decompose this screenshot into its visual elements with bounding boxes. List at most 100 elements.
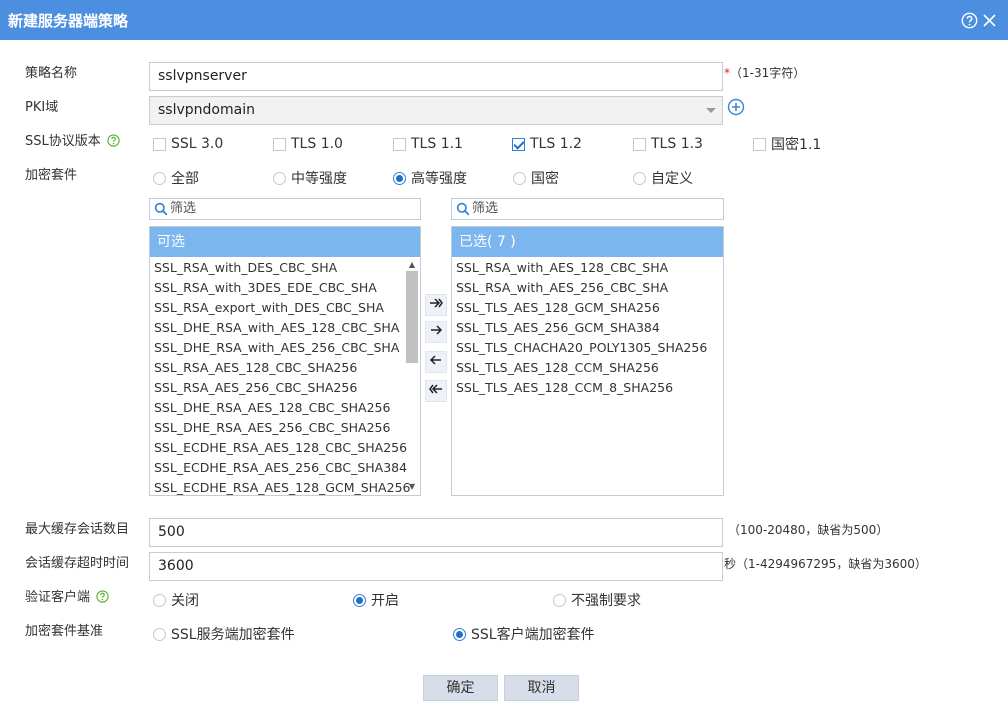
move-all-right-button[interactable] (425, 294, 447, 316)
list-item[interactable]: SSL_RSA_AES_128_CBC_SHA256 (150, 358, 420, 378)
list-item[interactable]: SSL_ECDHE_RSA_AES_128_CBC_SHA256 (150, 438, 420, 458)
list-item[interactable]: SSL_TLS_AES_128_CCM_8_SHA256 (452, 378, 723, 398)
pki-domain-select[interactable]: sslvpndomain (149, 96, 723, 125)
scroll-up-icon[interactable]: ▲ (406, 259, 418, 271)
verify-client-option-1[interactable]: 开启 (353, 591, 399, 609)
cipher-strength-option-3[interactable]: 国密 (513, 169, 559, 187)
list-item[interactable]: SSL_RSA_with_AES_128_CBC_SHA (452, 258, 723, 278)
radio-icon[interactable] (153, 171, 166, 185)
cache-timeout-input[interactable]: 3600 (149, 552, 723, 581)
help-icon[interactable] (107, 134, 120, 147)
ssl-version-option-label: SSL 3.0 (171, 136, 224, 152)
verify-client-option-2[interactable]: 不强制要求 (553, 591, 641, 609)
ssl-version-option-1[interactable]: TLS 1.0 (273, 135, 343, 153)
double-arrow-right-icon (430, 298, 443, 308)
list-item[interactable]: SSL_RSA_export_with_DES_CBC_SHA (150, 298, 420, 318)
ok-button[interactable]: 确定 (423, 675, 498, 701)
max-cache-input[interactable]: 500 (149, 518, 723, 547)
ssl-version-label: SSL协议版本 (25, 130, 120, 149)
radio-icon[interactable] (513, 171, 526, 185)
selected-cipher-list[interactable]: 已选( 7 ) SSL_RSA_with_AES_128_CBC_SHA SSL_… (451, 226, 724, 496)
list-item[interactable]: SSL_TLS_AES_128_CCM_SHA256 (452, 358, 723, 378)
help-icon[interactable] (961, 12, 978, 29)
checkbox-icon[interactable] (153, 137, 166, 151)
list-item[interactable]: SSL_DHE_RSA_AES_128_CBC_SHA256 (150, 398, 420, 418)
radio-icon[interactable] (553, 593, 566, 607)
close-icon[interactable] (981, 12, 998, 29)
move-all-left-button[interactable] (425, 380, 447, 402)
policy-name-label: 策略名称 (25, 66, 78, 81)
checkbox-icon[interactable] (633, 137, 646, 151)
cipher-strength-option-4[interactable]: 自定义 (633, 169, 693, 187)
ssl-version-option-label: TLS 1.1 (411, 136, 463, 152)
list-item[interactable]: SSL_TLS_AES_128_GCM_SHA256 (452, 298, 723, 318)
checkbox-icon[interactable] (273, 137, 286, 151)
cipher-strength-option-label: 自定义 (651, 171, 693, 187)
list-item[interactable]: SSL_ECDHE_RSA_AES_128_GCM_SHA256 (150, 478, 420, 495)
chevron-down-icon[interactable] (700, 97, 722, 124)
cipher-base-option-label: SSL服务端加密套件 (171, 627, 295, 643)
cipher-strength-option-2[interactable]: 高等强度 (393, 169, 467, 187)
ssl-version-option-2[interactable]: TLS 1.1 (393, 135, 463, 153)
cipher-suite-label: 加密套件 (25, 168, 78, 183)
radio-icon[interactable] (353, 593, 366, 607)
list-item[interactable]: SSL_TLS_CHACHA20_POLY1305_SHA256 (452, 338, 723, 358)
ssl-version-option-label: 国密1.1 (771, 137, 822, 153)
help-icon[interactable] (96, 590, 109, 603)
list-item[interactable]: SSL_DHE_RSA_AES_256_CBC_SHA256 (150, 418, 420, 438)
scroll-down-icon[interactable]: ▼ (406, 481, 418, 493)
cipher-strength-option-1[interactable]: 中等强度 (273, 169, 347, 187)
policy-name-input[interactable]: sslvpnserver (149, 62, 723, 91)
ssl-version-option-4[interactable]: TLS 1.3 (633, 135, 703, 153)
cipher-strength-option-label: 高等强度 (411, 171, 467, 187)
cancel-button[interactable]: 取消 (504, 675, 579, 701)
dialog-title: 新建服务器端策略 (8, 12, 129, 30)
checkbox-icon[interactable] (753, 137, 766, 151)
pki-domain-label: PKI域 (25, 100, 59, 115)
radio-icon[interactable] (273, 171, 286, 185)
cipher-base-option-0[interactable]: SSL服务端加密套件 (153, 625, 295, 643)
ssl-version-option-3[interactable]: TLS 1.2 (512, 135, 582, 153)
move-right-button[interactable] (425, 321, 447, 343)
max-cache-label: 最大缓存会话数目 (25, 522, 130, 537)
scroll-thumb[interactable] (406, 271, 418, 363)
move-left-button[interactable] (425, 351, 447, 373)
verify-client-option-0[interactable]: 关闭 (153, 591, 199, 609)
cipher-strength-option-label: 全部 (171, 171, 199, 187)
list-item[interactable]: SSL_TLS_AES_256_GCM_SHA384 (452, 318, 723, 338)
list-item[interactable]: SSL_RSA_with_DES_CBC_SHA (150, 258, 420, 278)
search-icon (154, 202, 168, 216)
radio-icon[interactable] (633, 171, 646, 185)
arrow-right-icon (431, 325, 443, 335)
radio-icon[interactable] (453, 627, 466, 641)
available-scrollbar[interactable]: ▲ ▼ (406, 259, 418, 493)
ssl-version-option-0[interactable]: SSL 3.0 (153, 135, 223, 153)
radio-icon[interactable] (393, 171, 406, 185)
list-item[interactable]: SSL_RSA_with_3DES_EDE_CBC_SHA (150, 278, 420, 298)
list-item[interactable]: SSL_ECDHE_RSA_AES_256_CBC_SHA384 (150, 458, 420, 478)
selected-filter-input[interactable]: 筛选 (451, 198, 724, 220)
radio-icon[interactable] (153, 593, 166, 607)
ssl-version-option-label: TLS 1.3 (651, 136, 703, 152)
available-cipher-list[interactable]: 可选 SSL_RSA_with_DES_CBC_SHA SSL_RSA_with_… (149, 226, 421, 496)
available-filter-input[interactable]: 筛选 (149, 198, 421, 220)
verify-client-option-label: 开启 (371, 593, 399, 609)
verify-client-label: 验证客户端 (25, 586, 109, 605)
cipher-strength-option-0[interactable]: 全部 (153, 169, 199, 187)
ssl-version-option-5[interactable]: 国密1.1 (753, 135, 821, 153)
radio-icon[interactable] (153, 627, 166, 641)
list-item[interactable]: SSL_RSA_with_AES_256_CBC_SHA (452, 278, 723, 298)
cache-timeout-label: 会话缓存超时时间 (25, 556, 130, 571)
arrow-left-icon (429, 355, 441, 365)
cache-timeout-hint: 秒（1-4294967295，缺省为3600） (724, 557, 927, 571)
checkbox-icon[interactable] (393, 137, 406, 151)
list-item[interactable]: SSL_RSA_AES_256_CBC_SHA256 (150, 378, 420, 398)
cipher-base-option-1[interactable]: SSL客户端加密套件 (453, 625, 595, 643)
checkbox-icon[interactable] (512, 137, 525, 151)
list-item[interactable]: SSL_DHE_RSA_with_AES_128_CBC_SHA (150, 318, 420, 338)
cipher-base-option-label: SSL客户端加密套件 (471, 627, 595, 643)
list-item[interactable]: SSL_DHE_RSA_with_AES_256_CBC_SHA (150, 338, 420, 358)
selected-list-header: 已选( 7 ) (452, 227, 723, 257)
add-pki-icon[interactable] (727, 98, 745, 116)
verify-client-option-label: 关闭 (171, 593, 199, 609)
